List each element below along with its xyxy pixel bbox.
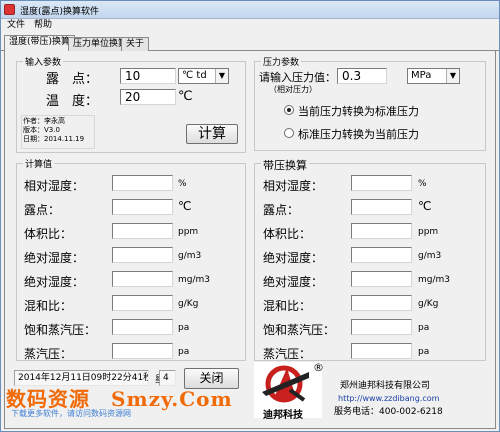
pressure-result-abs-humidity-mg (351, 271, 412, 287)
pressure-result-vapor-pressure (351, 343, 412, 359)
result-unit: ppm (178, 227, 199, 237)
logo-name: 迪邦科技 (263, 410, 303, 421)
company-logo: 迪邦科技 ® (254, 361, 324, 421)
pressure-result-sat-vapor-pressure (351, 319, 412, 335)
result-label: 露点： (263, 203, 300, 217)
result-label: 绝对湿度： (263, 251, 324, 265)
pressure-result-mixing-ratio (351, 295, 412, 311)
result-unit: mg/m3 (178, 275, 211, 285)
result-unit: ℃ (418, 199, 432, 213)
pressure-results-title: 带压换算 (261, 157, 309, 173)
pressure-note: （相对压力） (269, 85, 317, 94)
result-label: 相对湿度： (24, 179, 85, 193)
radio-standard-to-current-label[interactable]: 标准压力转换为当前压力 (298, 126, 419, 142)
input-params-title: 输入参数 (23, 55, 64, 68)
pressure-result-rel-humidity (351, 175, 412, 191)
result-label: 体积比： (263, 227, 312, 241)
result-label: 饱和蒸汽压： (24, 323, 97, 337)
author-text: 作者：李永高 (23, 117, 65, 125)
result-label: 混和比： (263, 299, 312, 313)
company-name: 郑州迪邦科技有限公司 (340, 381, 431, 391)
tab-humidity-pressure[interactable]: 湿度(带压)换算 (4, 35, 76, 52)
calculate-button[interactable]: 计算 (186, 124, 238, 144)
result-unit: pa (418, 347, 430, 357)
result-unit: pa (418, 323, 430, 333)
company-hotline: 服务电话：400-002-6218 (334, 407, 443, 417)
title-bar: 湿度(露点)换算软件 (1, 1, 499, 19)
pressure-result-abs-humidity-g (351, 247, 412, 263)
registered-mark: ® (313, 361, 324, 374)
company-website[interactable]: http://www.zzdibang.com (338, 394, 439, 403)
result-label: 蒸汽压： (263, 347, 312, 361)
result-label: 蒸汽压： (24, 347, 73, 361)
window-title: 湿度(露点)换算软件 (20, 7, 100, 17)
result-value-volume-ratio (112, 223, 173, 239)
result-unit: pa (178, 347, 190, 357)
result-label: 绝对湿度： (24, 275, 85, 289)
results-title: 计算值 (23, 157, 55, 170)
result-unit: ℃ (178, 199, 192, 213)
chevron-down-icon: ▼ (215, 69, 228, 83)
pressure-unit-select[interactable]: MPa ▼ (407, 68, 460, 84)
temperature-label: 温 度： (46, 94, 99, 109)
result-value-sat-vapor-pressure (112, 319, 173, 335)
temperature-unit: ℃ (178, 89, 193, 104)
tab-strip: 湿度(带压)换算 压力单位换算 关于 (1, 35, 499, 52)
result-label: 相对湿度： (263, 179, 324, 193)
tab-about[interactable]: 关于 (121, 37, 150, 51)
result-unit: % (418, 179, 427, 189)
result-unit: g/m3 (178, 251, 202, 261)
date-text: 日期：2014.11.19 (23, 135, 85, 143)
result-unit: g/Kg (178, 299, 199, 309)
dew-unit-select[interactable]: ℃ td ▼ (178, 68, 229, 84)
result-label: 绝对湿度： (24, 251, 85, 265)
version-text: 版本：V3.0 (23, 126, 60, 134)
app-icon (4, 4, 15, 15)
result-unit: ppm (418, 227, 439, 237)
result-label: 绝对湿度： (263, 275, 324, 289)
dew-point-label: 露 点： (46, 72, 99, 87)
pressure-input[interactable]: 0.3 (337, 68, 387, 84)
menu-bar: 文件 帮助 (1, 19, 499, 32)
result-value-rel-humidity (112, 175, 173, 191)
result-unit: g/m3 (418, 251, 442, 261)
radio-standard-to-current[interactable] (284, 128, 294, 138)
pressure-params-title: 压力参数 (261, 55, 302, 68)
result-value-dew-point (112, 199, 173, 215)
dew-point-input[interactable]: 10 (120, 68, 176, 84)
menu-help[interactable]: 帮助 (34, 19, 52, 32)
radio-current-to-standard[interactable] (284, 105, 294, 115)
result-value-vapor-pressure (112, 343, 173, 359)
author-info-box: 作者：李永高 版本：V3.0 日期：2014.11.19 (21, 115, 95, 149)
temperature-input[interactable]: 20 (120, 89, 176, 105)
radio-current-to-standard-label[interactable]: 当前压力转换为标准压力 (298, 103, 419, 119)
app-window: 湿度(露点)换算软件 文件 帮助 湿度(带压)换算 压力单位换算 关于 输入参数… (0, 0, 500, 432)
pressure-input-label: 请输入压力值： (259, 71, 336, 84)
chevron-down-icon: ▼ (446, 69, 459, 83)
dew-unit-selected: ℃ td (182, 70, 207, 81)
result-value-mixing-ratio (112, 295, 173, 311)
menu-file[interactable]: 文件 (7, 19, 25, 32)
result-value-abs-humidity-mg (112, 271, 173, 287)
result-label: 混和比： (24, 299, 73, 313)
pressure-result-volume-ratio (351, 223, 412, 239)
pressure-unit-selected: MPa (411, 70, 432, 81)
watermark-subtext: 下载更多软件，请访问数码资源网 (11, 409, 131, 418)
result-label: 体积比： (24, 227, 73, 241)
result-label: 露点： (24, 203, 61, 217)
result-unit: pa (178, 323, 190, 333)
result-value-abs-humidity-g (112, 247, 173, 263)
result-unit: mg/m3 (418, 275, 451, 285)
result-unit: % (178, 179, 187, 189)
result-label: 饱和蒸汽压： (263, 323, 336, 337)
pressure-result-dew-point (351, 199, 412, 215)
result-unit: g/Kg (418, 299, 439, 309)
